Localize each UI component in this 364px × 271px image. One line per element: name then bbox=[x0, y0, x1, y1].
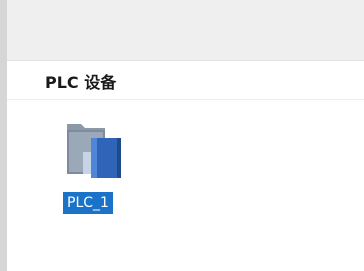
device-item-plc-1[interactable]: PLC_1 bbox=[55, 118, 135, 228]
top-toolbar-area bbox=[7, 0, 364, 61]
project-view-window: PLC 设备 PLC_1 bbox=[0, 0, 364, 271]
device-content-area: PLC_1 bbox=[7, 100, 364, 271]
device-label[interactable]: PLC_1 bbox=[63, 192, 113, 214]
section-header: PLC 设备 bbox=[7, 61, 364, 100]
plc-folder-icon bbox=[67, 124, 121, 178]
left-panel-edge bbox=[0, 0, 7, 271]
section-title: PLC 设备 bbox=[45, 73, 117, 92]
